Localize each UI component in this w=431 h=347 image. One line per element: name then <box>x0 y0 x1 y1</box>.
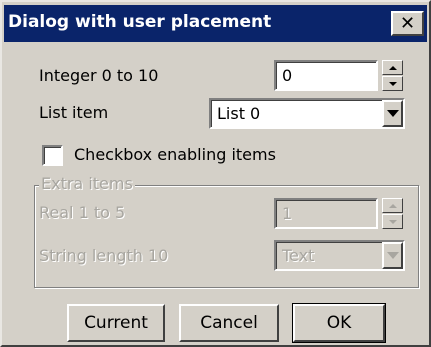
title-bar[interactable]: Dialog with user placement ✕ <box>4 5 427 42</box>
real-decrement-button[interactable] <box>382 214 403 229</box>
integer-increment-button[interactable] <box>382 60 403 75</box>
chevron-down-icon <box>388 219 397 224</box>
list-label: List item <box>39 103 109 122</box>
list-selected-value: List 0 <box>217 104 261 123</box>
real-label: Real 1 to 5 <box>39 203 126 222</box>
dialog-window: Dialog with user placement ✕ Integer 0 t… <box>0 0 431 347</box>
ok-button[interactable]: OK <box>292 303 386 343</box>
current-button[interactable]: Current <box>67 304 165 342</box>
integer-decrement-button[interactable] <box>382 76 403 91</box>
close-icon: ✕ <box>399 12 416 34</box>
list-dropdown-button[interactable] <box>382 100 403 127</box>
real-input[interactable]: 1 <box>274 198 378 229</box>
real-increment-button[interactable] <box>382 198 403 213</box>
dropdown-arrow-icon <box>386 110 399 117</box>
dropdown-arrow-icon <box>386 252 399 259</box>
extra-items-legend: Extra items <box>39 174 135 193</box>
integer-input[interactable]: 0 <box>274 60 378 91</box>
list-select[interactable]: List 0 <box>209 98 405 129</box>
real-spinner[interactable] <box>382 198 403 229</box>
string-label: String length 10 <box>39 246 169 265</box>
enable-items-checkbox[interactable] <box>42 145 63 166</box>
window-title: Dialog with user placement <box>8 12 272 32</box>
integer-spinner[interactable] <box>382 60 403 91</box>
close-button[interactable]: ✕ <box>391 11 424 36</box>
checkbox-label[interactable]: Checkbox enabling items <box>74 145 276 164</box>
string-selected-value: Text <box>282 246 315 265</box>
chevron-up-icon <box>388 203 397 208</box>
cancel-button[interactable]: Cancel <box>179 304 279 342</box>
chevron-up-icon <box>388 65 397 70</box>
string-dropdown-button[interactable] <box>382 242 403 269</box>
chevron-down-icon <box>388 81 397 86</box>
integer-label: Integer 0 to 10 <box>39 66 159 85</box>
